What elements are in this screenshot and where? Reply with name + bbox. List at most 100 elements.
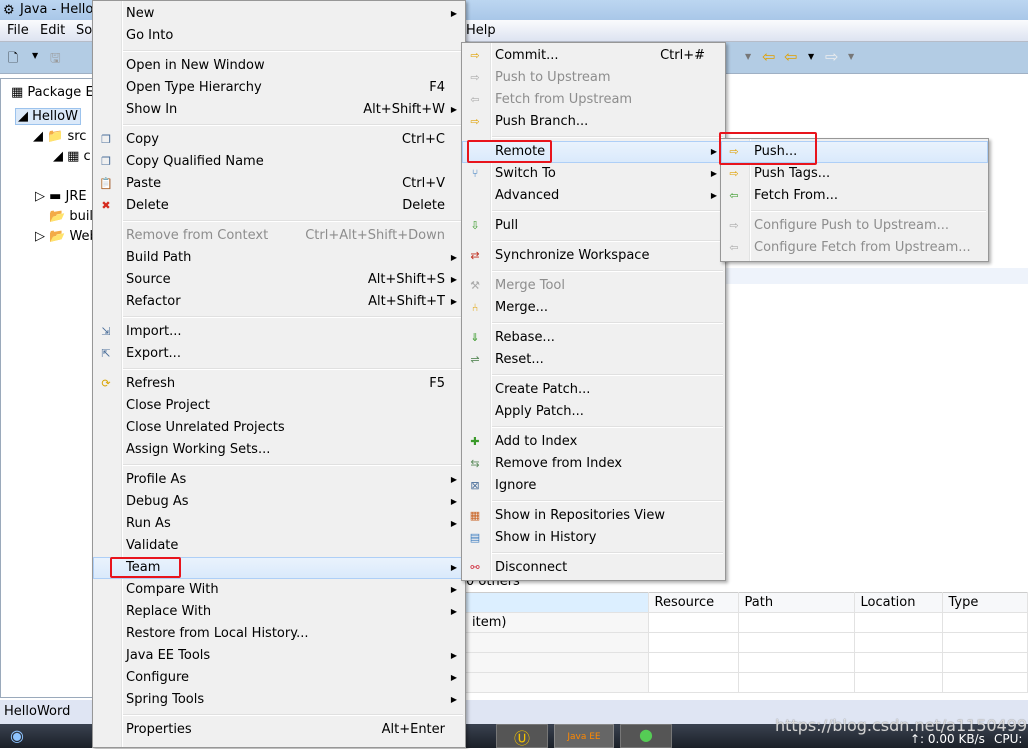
- column-header-location[interactable]: Location: [854, 592, 943, 613]
- context-menu-item-debug-as[interactable]: Debug As ▶: [93, 491, 465, 513]
- back-icon[interactable]: ⇦: [784, 47, 797, 66]
- context-menu-item-open-in-new-window[interactable]: Open in New Window: [93, 55, 465, 77]
- team-menu-item-disconnect[interactable]: ⚯ Disconnect: [462, 557, 725, 579]
- menu-item-label: Show in History: [495, 530, 597, 545]
- context-menu-item-source[interactable]: Source Alt+Shift+S ▶: [93, 269, 465, 291]
- forward-icon[interactable]: ⇨: [825, 47, 838, 66]
- team-menu-item-add-to-index[interactable]: ✚ Add to Index: [462, 431, 725, 453]
- menu-item-label: Add to Index: [495, 434, 578, 449]
- team-menu-item-create-patch[interactable]: Create Patch...: [462, 379, 725, 401]
- last-edit-icon[interactable]: ⇦: [762, 47, 775, 66]
- context-menu-item-build-path[interactable]: Build Path ▶: [93, 247, 465, 269]
- team-menu-item-show-in-history[interactable]: ▤ Show in History: [462, 527, 725, 549]
- column-header-resource[interactable]: Resource: [648, 592, 739, 613]
- context-menu-item-delete[interactable]: ✖ Delete Delete: [93, 195, 465, 217]
- context-menu-item-configure[interactable]: Configure ▶: [93, 667, 465, 689]
- context-menu-item-refresh[interactable]: ⟳ Refresh F5: [93, 373, 465, 395]
- team-menu-item-fetch-from-upstream[interactable]: ⇦ Fetch from Upstream: [462, 89, 725, 111]
- menu-edit[interactable]: Edit: [40, 23, 65, 38]
- team-menu-item-synchronize-workspace[interactable]: ⇄ Synchronize Workspace: [462, 245, 725, 267]
- remote-menu-item-fetch-from[interactable]: ⇦ Fetch From...: [721, 185, 988, 207]
- team-menu-item-apply-patch[interactable]: Apply Patch...: [462, 401, 725, 423]
- submenu-arrow-icon: ▶: [450, 475, 457, 484]
- remote-menu-item-configure-fetch-from-upstream[interactable]: ⇦ Configure Fetch from Upstream...: [721, 237, 988, 259]
- context-menu-item-go-into[interactable]: Go Into: [93, 25, 465, 47]
- menu-item-label: Assign Working Sets...: [126, 442, 271, 457]
- tree-item-package[interactable]: ◢ ▦ c: [53, 149, 91, 164]
- context-menu-item-run-as[interactable]: Run As ▶: [93, 513, 465, 535]
- remote-menu-item-configure-push-to-upstream[interactable]: ⇨ Configure Push to Upstream...: [721, 215, 988, 237]
- start-icon[interactable]: ◉: [10, 726, 24, 745]
- problems-view: 0 others Resource Path Location Type ite…: [466, 570, 1028, 700]
- menu-file[interactable]: File: [7, 23, 29, 38]
- context-menu-item-close-unrelated-projects[interactable]: Close Unrelated Projects: [93, 417, 465, 439]
- chevron-down-icon[interactable]: ▼: [808, 52, 814, 61]
- tree-item-src[interactable]: ◢ 📁 src: [33, 129, 86, 144]
- team-menu-item-advanced[interactable]: Advanced ▶: [462, 185, 725, 207]
- context-menu-item-refactor[interactable]: Refactor Alt+Shift+T ▶: [93, 291, 465, 313]
- team-menu-item-switch-to[interactable]: ⑂ Switch To ▶: [462, 163, 725, 185]
- context-menu-item-close-project[interactable]: Close Project: [93, 395, 465, 417]
- team-menu-item-pull[interactable]: ⇩ Pull: [462, 215, 725, 237]
- team-menu-item-commit[interactable]: ⇨ Commit... Ctrl+#: [462, 45, 725, 67]
- context-menu-item-replace-with[interactable]: Replace With ▶: [93, 601, 465, 623]
- menu-item-shortcut: Alt+Shift+S: [367, 272, 445, 287]
- menu-item-shortcut: Ctrl+C: [401, 132, 445, 147]
- table-row[interactable]: [466, 672, 1028, 693]
- table-row[interactable]: item): [466, 612, 1028, 633]
- javaee-taskbar-button[interactable]: Java EE: [554, 724, 614, 748]
- context-menu-item-spring-tools[interactable]: Spring Tools ▶: [93, 689, 465, 711]
- submenu-arrow-icon: ▶: [450, 253, 457, 262]
- context-menu-item-import[interactable]: ⇲ Import...: [93, 321, 465, 343]
- tree-item-web[interactable]: ▷ 📂 Web: [35, 229, 98, 244]
- context-menu-item-properties[interactable]: Properties Alt+Enter: [93, 719, 465, 741]
- context-menu-item-new[interactable]: New ▶: [93, 3, 465, 25]
- menu-help[interactable]: Help: [466, 23, 496, 38]
- team-menu-item-ignore[interactable]: ⊠ Ignore: [462, 475, 725, 497]
- table-row[interactable]: [466, 632, 1028, 653]
- save-icon[interactable]: 🖫: [50, 49, 61, 70]
- remote-menu-item-push-tags[interactable]: ⇨ Push Tags...: [721, 163, 988, 185]
- context-menu-item-profile-as[interactable]: Profile As ▶: [93, 469, 465, 491]
- new-icon[interactable]: 🗋: [8, 49, 18, 70]
- team-menu-item-push-branch[interactable]: ⇨ Push Branch...: [462, 111, 725, 133]
- column-header-description[interactable]: [466, 592, 649, 613]
- team-menu-item-reset[interactable]: ⇌ Reset...: [462, 349, 725, 371]
- tree-item-project[interactable]: ◢ HelloW: [15, 108, 81, 125]
- package-explorer-title[interactable]: ▦ Package Ex: [11, 85, 101, 100]
- menu-item-label: Push Tags...: [754, 166, 831, 181]
- chevron-down-icon[interactable]: ▼: [745, 52, 751, 61]
- context-menu-item-remove-from-context[interactable]: Remove from Context Ctrl+Alt+Shift+Down: [93, 225, 465, 247]
- context-menu-item-copy[interactable]: ❐ Copy Ctrl+C: [93, 129, 465, 151]
- context-menu-item-copy-qualified-name[interactable]: ❐ Copy Qualified Name: [93, 151, 465, 173]
- copy-qualified-icon: ❐: [101, 155, 111, 168]
- context-menu-item-validate[interactable]: Validate: [93, 535, 465, 557]
- chevron-down-icon[interactable]: ▼: [848, 52, 854, 61]
- tree-item-jre[interactable]: ▷ ▬ JRE: [35, 189, 87, 204]
- context-menu-item-restore-from-local-history[interactable]: Restore from Local History...: [93, 623, 465, 645]
- menu-source[interactable]: So: [76, 23, 92, 38]
- team-menu-item-merge-tool[interactable]: ⚒ Merge Tool: [462, 275, 725, 297]
- refresh-icon: ⟳: [101, 377, 111, 390]
- tree-item-build[interactable]: 📂 buil: [49, 209, 93, 224]
- context-menu-item-show-in[interactable]: Show In Alt+Shift+W ▶: [93, 99, 465, 121]
- context-menu-item-open-type-hierarchy[interactable]: Open Type Hierarchy F4: [93, 77, 465, 99]
- table-row[interactable]: [466, 652, 1028, 673]
- team-menu-item-push-to-upstream[interactable]: ⇨ Push to Upstream: [462, 67, 725, 89]
- team-menu-item-rebase[interactable]: ⇓ Rebase...: [462, 327, 725, 349]
- team-menu-item-show-in-repositories-view[interactable]: ▦ Show in Repositories View: [462, 505, 725, 527]
- context-menu-item-paste[interactable]: 📋 Paste Ctrl+V: [93, 173, 465, 195]
- column-header-path[interactable]: Path: [738, 592, 855, 613]
- ultraedit-icon[interactable]: Ⓤ: [496, 724, 548, 748]
- context-menu-item-java-ee-tools[interactable]: Java EE Tools ▶: [93, 645, 465, 667]
- context-menu-item-assign-working-sets[interactable]: Assign Working Sets...: [93, 439, 465, 461]
- column-header-type[interactable]: Type: [942, 592, 1028, 613]
- context-menu-item-compare-with[interactable]: Compare With ▶: [93, 579, 465, 601]
- team-menu-item-merge[interactable]: ⑃ Merge...: [462, 297, 725, 319]
- menu-separator: [462, 549, 725, 557]
- wechat-icon[interactable]: ●: [620, 724, 672, 748]
- chevron-down-icon[interactable]: ▼: [32, 51, 38, 60]
- context-menu-item-export[interactable]: ⇱ Export...: [93, 343, 465, 365]
- menu-separator: [93, 47, 465, 55]
- team-menu-item-remove-from-index[interactable]: ⇆ Remove from Index: [462, 453, 725, 475]
